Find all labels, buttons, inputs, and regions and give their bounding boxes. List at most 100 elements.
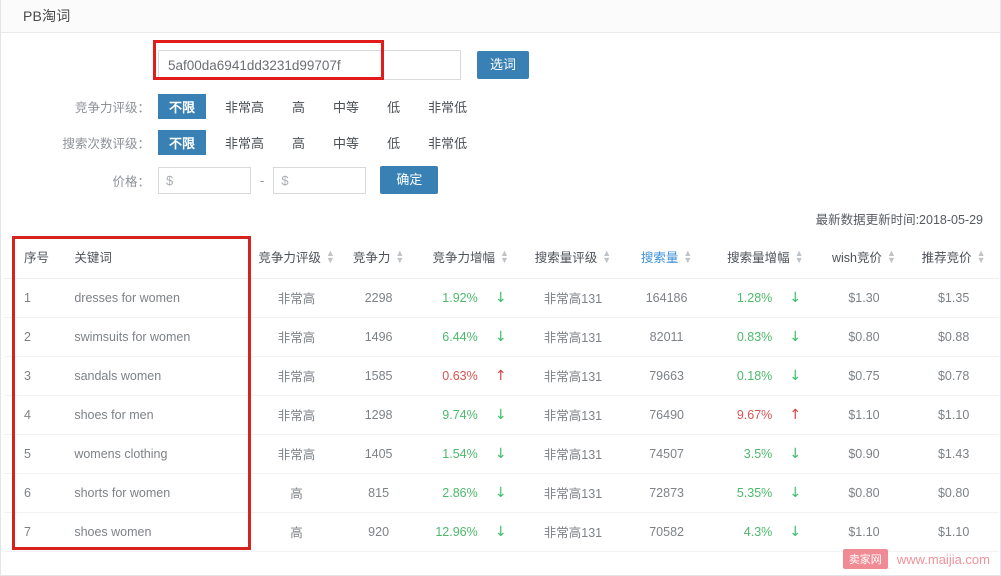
sort-icon[interactable]: ▲ ▼ [977,249,986,265]
cell-competition-growth: 0.63% ↑ [417,356,524,396]
cell-competition: 920 [339,512,418,552]
search-count-rating-option-2[interactable]: 高 [283,130,314,155]
cell-search-volume: 74507 [622,434,711,474]
col-header-recommended-bid[interactable]: 推荐竞价 ▲ ▼ [908,236,999,279]
sort-icon[interactable]: ▲ ▼ [683,249,692,265]
sort-icon[interactable]: ▲ ▼ [500,249,509,265]
competition-rating-option-0[interactable]: 不限 [158,94,207,119]
cell-search-rating: 非常高131 [523,317,623,357]
sort-icon[interactable]: ▲ ▼ [395,249,404,265]
trend-up-icon: ↑ [789,406,802,423]
table-row[interactable]: 2 swimsuits for women 非常高 1496 6.44% ↓ 非常高131 8… [4,317,999,357]
cell-keyword[interactable]: womens clothing [52,434,254,474]
search-count-rating-option-4[interactable]: 低 [378,130,409,155]
keyword-table-container: 序号 关键词 竞争力评级 ▲ ▼ 竞争力 ▲ ▼ 竞争力增幅 ▲ ▼ 搜索量评级 ▲ ▼ 搜索量… [1,236,1000,552]
cell-competition-rating: 非常高 [253,317,340,357]
cell-index: 4 [4,395,53,435]
sort-icon[interactable]: ▲ ▼ [887,249,896,265]
trend-down-icon: ↓ [494,484,507,501]
cell-competition: 1585 [339,356,418,396]
cell-search-growth: 3.5% ↓ [710,434,820,474]
trend-down-icon: ↓ [789,289,802,306]
competition-rating-option-2[interactable]: 高 [283,94,314,119]
competition-rating-option-1[interactable]: 非常高 [216,94,273,119]
search-count-rating-option-3[interactable]: 中等 [324,130,368,155]
cell-keyword[interactable]: dresses for women [52,278,254,318]
col-header-wish-bid[interactable]: wish竞价 ▲ ▼ [819,236,909,279]
keyword-table: 序号 关键词 竞争力评级 ▲ ▼ 竞争力 ▲ ▼ 竞争力增幅 ▲ ▼ 搜索量评级 ▲ ▼ 搜索量… [4,236,999,552]
price-range-separator: - [260,172,265,188]
search-growth-value: 5.35% [736,485,773,500]
cell-search-growth: 5.35% ↓ [710,473,820,513]
table-row[interactable]: 7 shoes women 高 920 12.96% ↓ 非常高131 70582 4.3% ↓ $… [4,512,999,552]
competition-growth-value: 0.63% [442,368,478,383]
trend-down-icon: ↓ [789,484,802,501]
cell-keyword[interactable]: swimsuits for women [52,317,254,357]
competition-growth-value: 1.92% [442,290,478,305]
col-header-search-rating[interactable]: 搜索量评级 ▲ ▼ [523,236,623,279]
price-min-input[interactable] [158,166,251,194]
search-growth-value: 9.67% [736,407,773,422]
sort-icon[interactable]: ▲ ▼ [326,249,335,265]
col-header-search-volume[interactable]: 搜索量 ▲ ▼ [622,236,711,279]
sort-icon[interactable]: ▲ ▼ [795,249,804,265]
col-header-search-growth[interactable]: 搜索量增幅 ▲ ▼ [710,236,820,279]
cell-search-rating: 非常高131 [523,434,623,474]
cell-search-growth: 1.28% ↓ [710,278,820,318]
cell-keyword[interactable]: sandals women [52,356,254,396]
table-row[interactable]: 4 shoes for men 非常高 1298 9.74% ↓ 非常高131 76490 9.… [4,395,999,435]
confirm-button[interactable]: 确定 [380,166,439,194]
cell-keyword[interactable]: shorts for women [52,473,254,513]
table-header-row: 序号 关键词 竞争力评级 ▲ ▼ 竞争力 ▲ ▼ 竞争力增幅 ▲ ▼ 搜索量评级 ▲ ▼ 搜索量… [4,236,999,279]
table-row[interactable]: 1 dresses for women 非常高 2298 1.92% ↓ 非常高131 164… [4,278,999,318]
cell-search-rating: 非常高131 [523,278,623,318]
col-header-index: 序号 [4,236,53,279]
cell-competition-rating: 高 [253,473,340,513]
price-filter-row: 价格： - 确定 [1,166,1000,194]
table-row[interactable]: 3 sandals women 非常高 1585 0.63% ↑ 非常高131 79663 0.… [4,356,999,396]
cell-competition: 1298 [339,395,418,435]
cell-index: 6 [4,473,53,513]
cell-wish-bid: $0.75 [819,356,909,396]
select-keyword-button[interactable]: 选词 [477,51,530,79]
col-header-keyword: 关键词 [52,236,254,279]
cell-keyword[interactable]: shoes women [52,512,254,552]
price-max-input[interactable] [273,166,367,194]
col-header-competition-rating[interactable]: 竞争力评级 ▲ ▼ [253,236,340,279]
trend-down-icon: ↓ [789,445,802,462]
competition-growth-value: 1.54% [442,446,478,461]
keyword-input[interactable] [158,50,461,80]
cell-search-volume: 164186 [622,278,711,318]
competition-growth-value: 2.86% [442,485,478,500]
col-header-competition-growth[interactable]: 竞争力增幅 ▲ ▼ [417,236,524,279]
cell-search-growth: 9.67% ↑ [710,395,820,435]
search-count-rating-row: 搜索次数评级： 不限 非常高 高 中等 低 非常低 [1,130,1000,155]
competition-rating-label: 竞争力评级： [74,101,150,115]
search-count-rating-option-5[interactable]: 非常低 [419,130,476,155]
search-growth-value: 1.28% [736,290,773,305]
cell-wish-bid: $0.80 [819,317,909,357]
cell-competition-growth: 1.92% ↓ [417,278,524,318]
competition-rating-option-5[interactable]: 非常低 [419,94,476,119]
cell-competition-growth: 6.44% ↓ [417,317,524,357]
trend-down-icon: ↓ [494,289,507,306]
search-count-rating-option-0[interactable]: 不限 [158,130,207,155]
cell-competition: 1496 [339,317,418,357]
col-header-competition[interactable]: 竞争力 ▲ ▼ [339,236,418,279]
window-titlebar: PB淘词 [1,0,1000,33]
trend-down-icon: ↓ [789,523,802,540]
sort-icon[interactable]: ▲ ▼ [602,249,611,265]
competition-rating-option-3[interactable]: 中等 [324,94,368,119]
search-count-rating-option-1[interactable]: 非常高 [216,130,273,155]
table-row[interactable]: 5 womens clothing 非常高 1405 1.54% ↓ 非常高131 74507… [4,434,999,474]
competition-rating-option-4[interactable]: 低 [378,94,409,119]
cell-recommended-bid: $0.80 [908,473,999,513]
cell-keyword[interactable]: shoes for men [52,395,254,435]
search-count-rating-options: 不限 非常高 高 中等 低 非常低 [158,130,486,155]
cell-recommended-bid: $0.78 [908,356,999,396]
keyword-table-head: 序号 关键词 竞争力评级 ▲ ▼ 竞争力 ▲ ▼ 竞争力增幅 ▲ ▼ 搜索量评级 ▲ ▼ 搜索量… [4,236,999,279]
cell-competition: 815 [339,473,418,513]
table-row[interactable]: 6 shorts for women 高 815 2.86% ↓ 非常高131 72873 5.… [4,473,999,513]
search-growth-value: 0.83% [736,329,773,344]
trend-down-icon: ↓ [494,523,507,540]
